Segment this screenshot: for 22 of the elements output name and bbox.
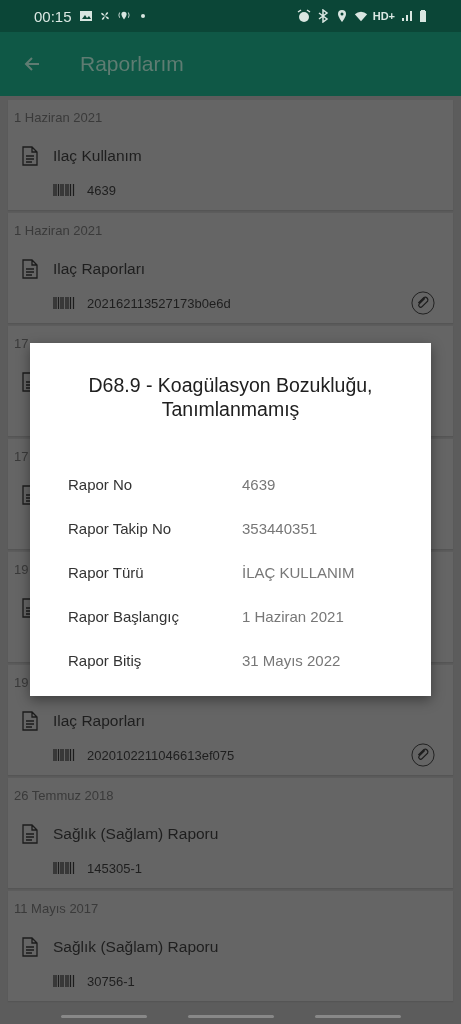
report-title: Ilaç Raporları — [53, 260, 146, 278]
report-title: Sağlık (Sağlam) Raporu — [53, 938, 219, 956]
report-title: Ilaç Kullanım — [53, 147, 142, 165]
report-number: 4639 — [87, 182, 116, 198]
field-value: 4639 — [242, 475, 276, 493]
field-label: Rapor Türü — [68, 563, 145, 581]
report-number: 30756-1 — [87, 973, 135, 989]
report-number: 145305-1 — [87, 860, 142, 876]
field-label: Rapor No — [68, 475, 134, 493]
network-type: HD+ — [372, 10, 395, 22]
field-value: İLAÇ KULLANIM — [242, 563, 355, 581]
report-title: Sağlık (Sağlam) Raporu — [53, 825, 219, 843]
field-value: 353440351 — [242, 519, 318, 537]
dialog-title: D68.9 - Koagülasyon Bozukluğu, Tanımlanmamış — [87, 373, 374, 421]
report-number: 2020102211046613ef075 — [87, 747, 235, 763]
field-label: Rapor Takip No — [68, 519, 173, 537]
report-title: Ilaç Raporları — [53, 712, 146, 730]
field-value: 1 Haziran 2021 — [242, 607, 344, 625]
clock-time: 00:15 — [34, 7, 72, 25]
report-number: 202162113527173b0e6d — [87, 295, 231, 311]
screen-title: Raporlarım — [80, 52, 184, 76]
field-label: Rapor Başlangıç — [68, 607, 180, 625]
